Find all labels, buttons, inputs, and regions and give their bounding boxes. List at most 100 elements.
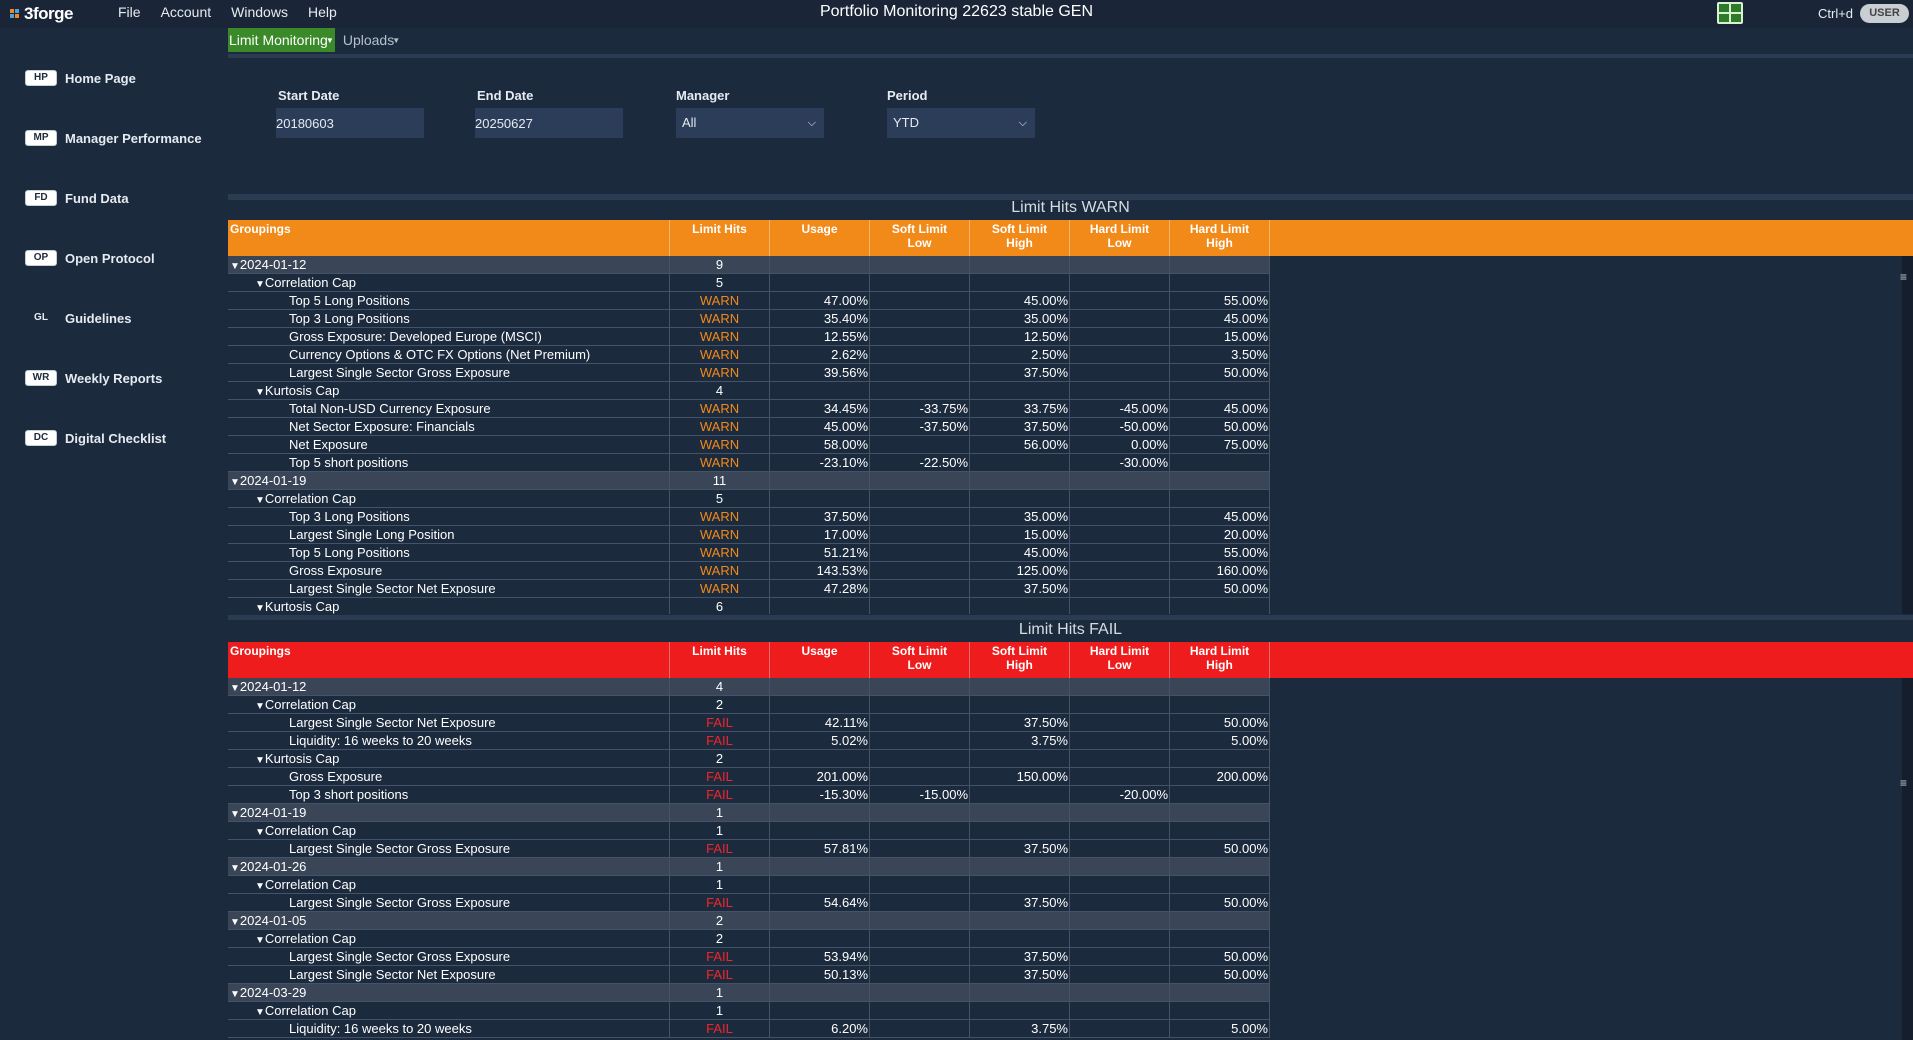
column-header-usage[interactable]: Usage	[770, 642, 870, 678]
date-group-row[interactable]: ▼2024-01-26 1	[228, 858, 1270, 876]
user-button[interactable]: USER	[1860, 4, 1909, 23]
warn-grid-scrollbar[interactable]	[1902, 256, 1913, 614]
table-row[interactable]: Gross Exposure: Developed Europe (MSCI) W…	[228, 328, 1270, 346]
warn-grid-body[interactable]: ▼2024-01-12 9 ▼Correlation Cap 5 Top 5 Long …	[228, 256, 1270, 614]
table-row[interactable]: Largest Single Sector Net Exposure WARN 47…	[228, 580, 1270, 598]
column-header-hard-limit-high[interactable]: Hard Limit High	[1170, 220, 1270, 256]
column-header-groupings[interactable]: Groupings	[228, 642, 670, 678]
menu-account[interactable]: Account	[151, 0, 222, 26]
expand-toggle-icon[interactable]: ▼	[255, 603, 265, 614]
start-date-input[interactable]	[276, 108, 424, 138]
table-row[interactable]: Top 5 short positions WARN -23.10% -22.50% -…	[228, 454, 1270, 472]
sidebar-item-open-protocol[interactable]: OP Open Protocol	[25, 249, 155, 267]
warn-resize-handle-icon[interactable]: ≡	[1900, 270, 1907, 284]
sidebar-item-manager-performance[interactable]: MP Manager Performance	[25, 129, 202, 147]
table-row[interactable]: Largest Single Sector Gross Exposure WARN…	[228, 364, 1270, 382]
table-row[interactable]: Total Non-USD Currency Exposure WARN 34.45…	[228, 400, 1270, 418]
column-header-groupings[interactable]: Groupings	[228, 220, 670, 256]
cap-group-row[interactable]: ▼Kurtosis Cap 2	[228, 750, 1270, 768]
cap-group-row[interactable]: ▼Correlation Cap 1	[228, 1002, 1270, 1020]
date-group-row[interactable]: ▼2024-01-12 4	[228, 678, 1270, 696]
cap-group-row[interactable]: ▼Correlation Cap 2	[228, 696, 1270, 714]
table-row[interactable]: Net Sector Exposure: Financials WARN 45.00…	[228, 418, 1270, 436]
fail-grid-scrollbar[interactable]	[1902, 678, 1913, 1040]
table-row[interactable]: Largest Single Sector Gross Exposure FAIL…	[228, 840, 1270, 858]
table-row[interactable]: Top 3 Long Positions WARN 35.40% 35.00% 45.0…	[228, 310, 1270, 328]
cell-soft-limit-high: 3.75%	[970, 1020, 1070, 1037]
table-row[interactable]: Gross Exposure FAIL 201.00% 150.00% 200.00%	[228, 768, 1270, 786]
expand-toggle-icon[interactable]: ▼	[255, 827, 265, 838]
expand-toggle-icon[interactable]: ▼	[255, 755, 265, 766]
table-row[interactable]: Top 5 Long Positions WARN 51.21% 45.00% 55.0…	[228, 544, 1270, 562]
period-select[interactable]: YTD ⌵	[887, 108, 1035, 138]
cap-group-row[interactable]: ▼Correlation Cap 2	[228, 930, 1270, 948]
column-header-usage[interactable]: Usage	[770, 220, 870, 256]
sidebar-item-weekly-reports[interactable]: WR Weekly Reports	[25, 369, 162, 387]
column-header-limit-hits[interactable]: Limit Hits	[670, 642, 770, 678]
cap-group-row[interactable]: ▼Kurtosis Cap 6	[228, 598, 1270, 614]
fail-grid-body[interactable]: ▼2024-01-12 4 ▼Correlation Cap 2 Largest Sin…	[228, 678, 1270, 1040]
table-row[interactable]: Largest Single Sector Net Exposure FAIL 42…	[228, 714, 1270, 732]
expand-toggle-icon[interactable]: ▼	[230, 863, 240, 874]
expand-toggle-icon[interactable]: ▼	[230, 261, 240, 272]
sidebar-item-digital-checklist[interactable]: DC Digital Checklist	[25, 429, 166, 447]
table-row[interactable]: Largest Single Long Position WARN 17.00% 15…	[228, 526, 1270, 544]
date-group-row[interactable]: ▼2024-01-05 2	[228, 912, 1270, 930]
column-header-soft-limit-low[interactable]: Soft Limit Low	[870, 642, 970, 678]
column-header-soft-limit-high[interactable]: Soft Limit High	[970, 220, 1070, 256]
table-row[interactable]: Largest Single Sector Gross Exposure FAIL…	[228, 894, 1270, 912]
expand-toggle-icon[interactable]: ▼	[255, 387, 265, 398]
expand-toggle-icon[interactable]: ▼	[255, 701, 265, 712]
date-group-row[interactable]: ▼2024-03-29 1	[228, 984, 1270, 1002]
table-row[interactable]: Top 3 short positions FAIL -15.30% -15.00% -…	[228, 786, 1270, 804]
date-group-row[interactable]: ▼2024-01-12 9	[228, 256, 1270, 274]
table-row[interactable]: Top 5 Long Positions WARN 47.00% 45.00% 55.0…	[228, 292, 1270, 310]
column-header-hard-limit-high[interactable]: Hard Limit High	[1170, 642, 1270, 678]
table-row[interactable]: Net Exposure WARN 58.00% 56.00% 0.00% 75.00%	[228, 436, 1270, 454]
table-row[interactable]: Largest Single Sector Net Exposure FAIL 50…	[228, 966, 1270, 984]
sidebar-item-home-page[interactable]: HP Home Page	[25, 69, 136, 87]
end-date-input[interactable]	[475, 108, 623, 138]
cap-group-row[interactable]: ▼Kurtosis Cap 4	[228, 382, 1270, 400]
table-row[interactable]: Liquidity: 16 weeks to 20 weeks FAIL 6.20%…	[228, 1020, 1270, 1038]
menu-windows[interactable]: Windows	[221, 0, 298, 26]
tab-uploads[interactable]: Uploads ▼	[337, 28, 401, 52]
expand-toggle-icon[interactable]: ▼	[255, 495, 265, 506]
column-header-limit-hits[interactable]: Limit Hits	[670, 220, 770, 256]
expand-toggle-icon[interactable]: ▼	[230, 917, 240, 928]
expand-toggle-icon[interactable]: ▼	[255, 1007, 265, 1018]
table-row[interactable]: Largest Single Sector Gross Exposure FAIL…	[228, 948, 1270, 966]
sidebar-item-fund-data[interactable]: FD Fund Data	[25, 189, 129, 207]
grouping-label: 2024-01-05	[239, 913, 307, 928]
cell-limit-hits: FAIL	[670, 840, 770, 857]
column-header-hard-limit-low[interactable]: Hard Limit Low	[1070, 220, 1170, 256]
cap-group-row[interactable]: ▼Correlation Cap 5	[228, 490, 1270, 508]
table-row[interactable]: Liquidity: 16 weeks to 20 weeks FAIL 5.02%…	[228, 732, 1270, 750]
expand-toggle-icon[interactable]: ▼	[230, 809, 240, 820]
date-group-row[interactable]: ▼2024-01-19 11	[228, 472, 1270, 490]
manager-select[interactable]: All ⌵	[676, 108, 824, 138]
table-row[interactable]: Top 3 Long Positions WARN 37.50% 35.00% 45.0…	[228, 508, 1270, 526]
cap-group-row[interactable]: ▼Correlation Cap 5	[228, 274, 1270, 292]
column-header-soft-limit-high[interactable]: Soft Limit High	[970, 642, 1070, 678]
expand-toggle-icon[interactable]: ▼	[255, 935, 265, 946]
expand-toggle-icon[interactable]: ▼	[230, 477, 240, 488]
cap-group-row[interactable]: ▼Correlation Cap 1	[228, 822, 1270, 840]
cell-hard-limit-low: -45.00%	[1070, 400, 1170, 417]
column-header-soft-limit-low[interactable]: Soft Limit Low	[870, 220, 970, 256]
date-group-row[interactable]: ▼2024-01-19 1	[228, 804, 1270, 822]
expand-toggle-icon[interactable]: ▼	[230, 989, 240, 1000]
fail-resize-handle-icon[interactable]: ≡	[1900, 776, 1907, 790]
layout-grid-icon[interactable]	[1717, 2, 1743, 24]
cap-group-row[interactable]: ▼Correlation Cap 1	[228, 876, 1270, 894]
expand-toggle-icon[interactable]: ▼	[230, 683, 240, 694]
sidebar-item-guidelines[interactable]: GL Guidelines	[25, 309, 131, 327]
table-row[interactable]: Gross Exposure WARN 143.53% 125.00% 160.00%	[228, 562, 1270, 580]
expand-toggle-icon[interactable]: ▼	[255, 279, 265, 290]
menu-help[interactable]: Help	[298, 0, 347, 26]
tab-limit-monitoring[interactable]: Limit Monitoring ▼	[228, 28, 335, 52]
column-header-hard-limit-low[interactable]: Hard Limit Low	[1070, 642, 1170, 678]
expand-toggle-icon[interactable]: ▼	[255, 881, 265, 892]
menu-file[interactable]: File	[108, 0, 151, 26]
table-row[interactable]: Currency Options & OTC FX Options (Net P…	[228, 346, 1270, 364]
